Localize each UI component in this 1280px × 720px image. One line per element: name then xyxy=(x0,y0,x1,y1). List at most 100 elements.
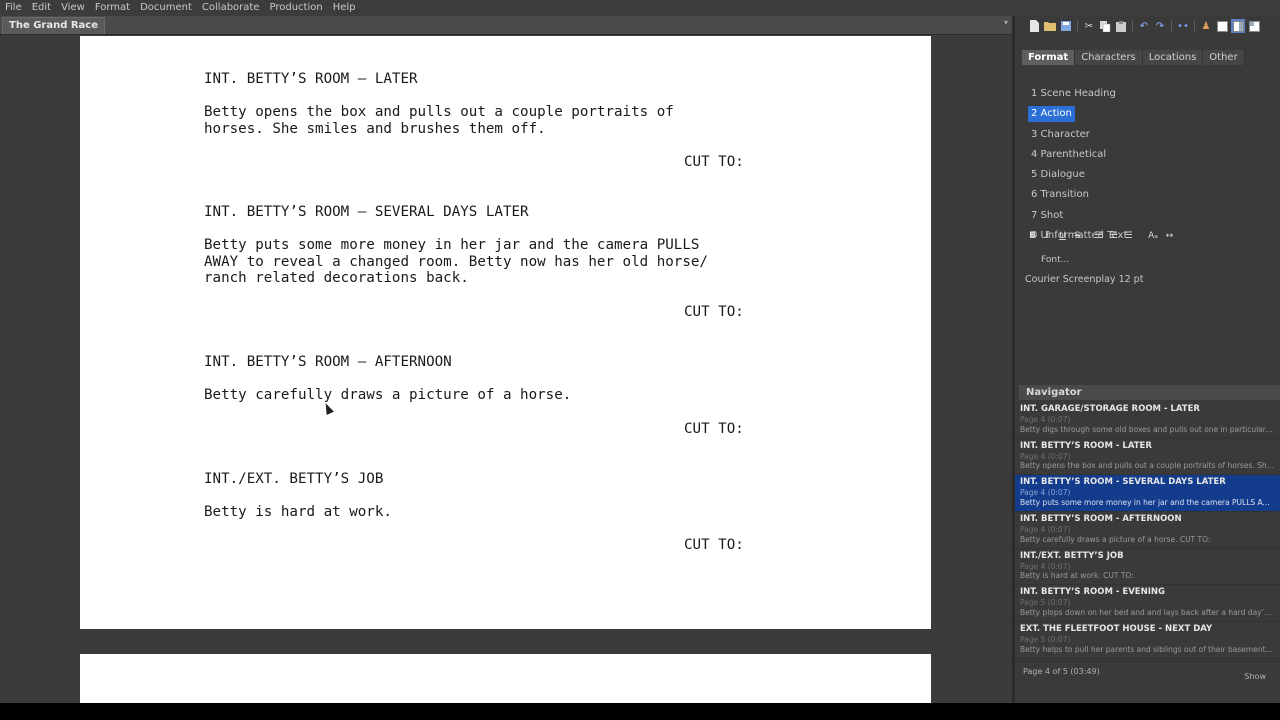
open-folder-icon[interactable] xyxy=(1043,19,1057,33)
transition-text[interactable]: CUT TO: xyxy=(684,304,744,321)
navigator-item-desc: Betty carefully draws a picture of a hor… xyxy=(1020,534,1211,544)
navigator-item-desc: Betty digs through some old boxes and pu… xyxy=(1020,424,1275,434)
navigator-item-heading: INT. BETTY’S ROOM - SEVERAL DAYS LATER xyxy=(1020,477,1226,488)
document-tab[interactable]: The Grand Race xyxy=(2,17,106,34)
navigator-item-page: Page 4 (0:07) xyxy=(1020,415,1071,424)
action-text[interactable]: Betty carefully draws a picture of a hor… xyxy=(204,387,571,404)
navigator-item[interactable]: INT./EXT. BETTY’S JOB Page 4 (0:07) Bett… xyxy=(1015,549,1280,586)
navigator-item[interactable]: INT. BETTY’S ROOM - EVENING Page 5 (0:07… xyxy=(1015,585,1280,623)
navigator-item-desc: Betty is hard at work. CUT TO: xyxy=(1020,571,1134,581)
align-center-icon[interactable]: ☰ xyxy=(1109,231,1118,241)
script-page-next[interactable] xyxy=(80,654,931,703)
navigator-item[interactable]: INT. BETTY’S ROOM - LATER Page 4 (0:07) … xyxy=(1015,439,1280,476)
characters-icon[interactable]: ♟ xyxy=(1199,19,1213,33)
menu-format[interactable]: Format xyxy=(90,0,135,16)
transition-text[interactable]: CUT TO: xyxy=(684,421,744,438)
text-style-toolbar: B I U S ☰ ☰ ☰ Aₐ ↔ xyxy=(1028,231,1174,241)
bold-button[interactable]: B xyxy=(1028,231,1037,241)
navigator-item-selected[interactable]: INT. BETTY’S ROOM - SEVERAL DAYS LATER P… xyxy=(1015,475,1280,513)
navigator-item[interactable]: INT. BETTY’S ROOM - AFTERNOON Page 4 (0:… xyxy=(1015,512,1280,549)
change-case-icon[interactable]: Aₐ xyxy=(1147,231,1159,241)
toolbar-separator xyxy=(1077,20,1078,32)
strikethrough-button[interactable]: S xyxy=(1073,231,1082,241)
navigator-item-desc: Betty plops down on her bed and and lays… xyxy=(1020,607,1275,617)
current-font-label: Courier Screenplay 12 pt xyxy=(1025,274,1144,285)
navigator-title: Navigator xyxy=(1026,387,1082,398)
layout-split-icon[interactable] xyxy=(1231,19,1245,33)
scene-heading[interactable]: INT. BETTY’S ROOM – SEVERAL DAYS LATER xyxy=(204,204,529,221)
menu-document[interactable]: Document xyxy=(135,0,197,16)
tab-format[interactable]: Format xyxy=(1022,50,1076,65)
cut-icon[interactable]: ✂ xyxy=(1082,19,1096,33)
toolbar-separator xyxy=(1194,20,1195,32)
navigator-footer: Page 4 of 5 (03:49) Show xyxy=(1015,661,1280,683)
undo-icon[interactable]: ↶ xyxy=(1137,19,1151,33)
align-left-icon[interactable]: ☰ xyxy=(1094,231,1103,241)
page-count-label: Page 4 of 5 (03:49) xyxy=(1023,667,1100,676)
action-text[interactable]: Betty is hard at work. xyxy=(204,504,392,521)
transition-text[interactable]: CUT TO: xyxy=(684,537,744,554)
navigator-item-page: Page 4 (0:07) xyxy=(1020,525,1071,535)
navigator-item[interactable]: INT. GARAGE/STORAGE ROOM - LATER Page 4 … xyxy=(1015,402,1280,439)
action-text[interactable]: Betty opens the box and pulls out a coup… xyxy=(204,104,674,137)
script-page[interactable]: INT. BETTY’S ROOM – LATER Betty opens th… xyxy=(80,36,931,629)
tab-other[interactable]: Other xyxy=(1203,50,1245,65)
scene-heading[interactable]: INT./EXT. BETTY’S JOB xyxy=(204,471,383,488)
bottom-bar xyxy=(0,703,1280,720)
navigator-header: Navigator xyxy=(1019,385,1280,400)
navigator-item-desc: Betty helps to pull her parents and sibl… xyxy=(1020,644,1275,654)
collaborate-icon[interactable]: •• xyxy=(1176,19,1190,33)
navigator-item-heading: INT. BETTY’S ROOM - LATER xyxy=(1020,440,1152,451)
toolbar-separator xyxy=(1132,20,1133,32)
menu-file[interactable]: File xyxy=(0,0,27,16)
format-character[interactable]: 3 Character xyxy=(1028,129,1093,140)
transition-text[interactable]: CUT TO: xyxy=(684,154,744,171)
chevron-down-icon[interactable]: ▾ xyxy=(1004,18,1008,27)
layout-single-icon[interactable] xyxy=(1215,19,1229,33)
redo-icon[interactable]: ↷ xyxy=(1153,19,1167,33)
right-panel: ✂ ↶ ↷ •• ♟ Format Characters Locations O… xyxy=(1012,16,1280,703)
navigator-item-desc: Betty opens the box and pulls out a coup… xyxy=(1020,461,1275,471)
menu-help[interactable]: Help xyxy=(328,0,361,16)
format-transition[interactable]: 6 Transition xyxy=(1028,189,1092,200)
layout-full-icon[interactable] xyxy=(1247,19,1261,33)
navigator-item-page: Page 4 (0:07) xyxy=(1020,561,1071,571)
menu-collaborate[interactable]: Collaborate xyxy=(197,0,265,16)
spacing-icon[interactable]: ↔ xyxy=(1165,231,1174,241)
navigator-item-page: Page 5 (0:07) xyxy=(1020,635,1071,645)
navigator-item-page: Page 5 (0:07) xyxy=(1020,598,1071,608)
scene-heading[interactable]: INT. BETTY’S ROOM – AFTERNOON xyxy=(204,354,452,371)
navigator-list: INT. GARAGE/STORAGE ROOM - LATER Page 4 … xyxy=(1015,402,1280,659)
format-scene-heading[interactable]: 1 Scene Heading xyxy=(1028,88,1119,99)
format-action[interactable]: 2 Action xyxy=(1028,106,1075,122)
scene-heading[interactable]: INT. BETTY’S ROOM – LATER xyxy=(204,71,418,88)
toolbar-separator xyxy=(1171,20,1172,32)
navigator-item-page: Page 4 (0:07) xyxy=(1020,451,1071,461)
save-icon[interactable] xyxy=(1059,19,1073,33)
copy-icon[interactable] xyxy=(1098,19,1112,33)
menu-edit[interactable]: Edit xyxy=(27,0,56,16)
align-right-icon[interactable]: ☰ xyxy=(1124,231,1133,241)
format-dialogue[interactable]: 5 Dialogue xyxy=(1028,169,1088,180)
tab-characters[interactable]: Characters xyxy=(1075,50,1143,65)
navigator-item-heading: EXT. THE FLEETFOOT HOUSE - NEXT DAY xyxy=(1020,624,1213,635)
font-button[interactable]: Font... xyxy=(1041,255,1069,265)
menu-production[interactable]: Production xyxy=(264,0,327,16)
main-toolbar: ✂ ↶ ↷ •• ♟ xyxy=(1015,16,1280,36)
navigator-item-heading: INT. GARAGE/STORAGE ROOM - LATER xyxy=(1020,404,1200,414)
editor-area: The Grand Race ▾ INT. BETTY’S ROOM – LAT… xyxy=(0,16,1012,703)
action-text[interactable]: Betty puts some more money in her jar an… xyxy=(204,237,708,287)
tab-locations[interactable]: Locations xyxy=(1142,50,1204,65)
show-button[interactable]: Show xyxy=(1244,672,1266,681)
format-parenthetical[interactable]: 4 Parenthetical xyxy=(1028,149,1109,160)
navigator-item[interactable]: EXT. THE FLEETFOOT HOUSE - NEXT DAY Page… xyxy=(1015,622,1280,659)
navigator-item-desc: Betty puts some more money in her jar an… xyxy=(1020,497,1275,507)
navigator-item-heading: INT./EXT. BETTY’S JOB xyxy=(1020,550,1124,561)
underline-button[interactable]: U xyxy=(1058,231,1067,241)
paste-icon[interactable] xyxy=(1114,19,1128,33)
new-document-icon[interactable] xyxy=(1027,19,1041,33)
italic-button[interactable]: I xyxy=(1043,231,1052,241)
navigator-item-page: Page 4 (0:07) xyxy=(1020,488,1071,498)
format-shot[interactable]: 7 Shot xyxy=(1028,210,1066,221)
menu-view[interactable]: View xyxy=(56,0,90,16)
